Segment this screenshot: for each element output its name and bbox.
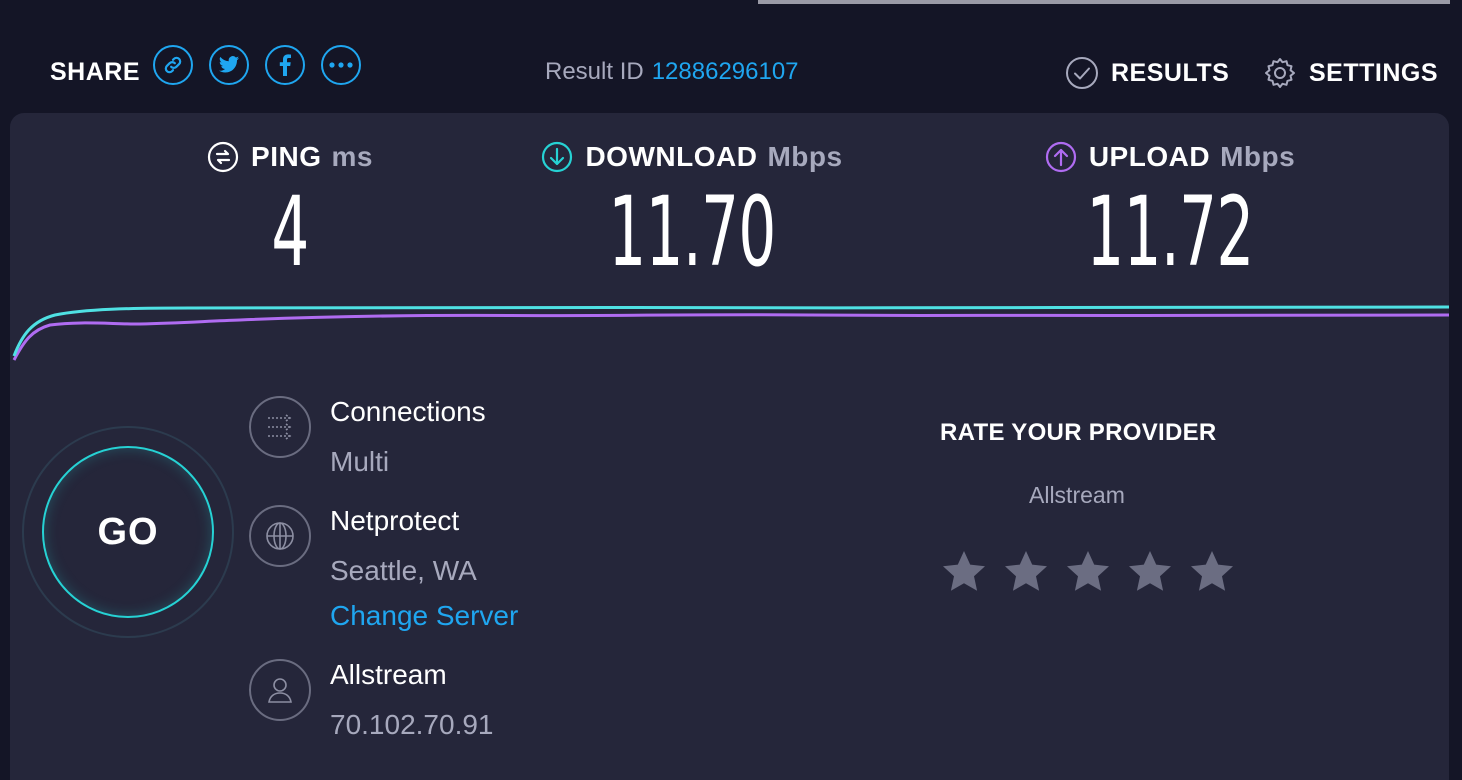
settings-link[interactable]: SETTINGS: [1263, 56, 1438, 90]
download-value: 11.70: [608, 176, 776, 288]
facebook-icon[interactable]: [265, 45, 305, 85]
upload-speed-line: [12, 313, 1449, 361]
gear-icon: [1265, 58, 1295, 88]
upload-arrow-icon: [1045, 141, 1076, 173]
ping-icon: [207, 141, 239, 173]
download-unit: Mbps: [767, 141, 843, 172]
star-icon[interactable]: [1002, 548, 1050, 596]
download-arrow-icon: [542, 141, 573, 173]
star-icon[interactable]: [1188, 548, 1236, 596]
upload-value: 11.72: [1086, 176, 1254, 288]
settings-label: SETTINGS: [1309, 58, 1439, 87]
rate-provider-title: RATE YOUR PROVIDER: [940, 419, 1217, 446]
ping-unit: ms: [331, 141, 373, 172]
upload-unit: Mbps: [1220, 141, 1296, 172]
ping-header: PING ms: [180, 141, 400, 173]
connections-icon: [249, 396, 311, 458]
change-server-link[interactable]: Change Server: [330, 600, 518, 632]
checkmark-circle-icon: [1066, 57, 1098, 89]
result-id: Result ID 12886296107: [545, 58, 799, 86]
ping-metric: PING ms 4: [180, 141, 400, 287]
share-label: SHARE: [50, 58, 141, 86]
provider-name: Allstream: [330, 659, 447, 690]
star-rating: [940, 548, 1250, 596]
globe-icon: [249, 505, 311, 567]
rate-provider-name: Allstream: [1029, 482, 1125, 508]
server-location: Seattle, WA: [330, 555, 477, 586]
star-icon[interactable]: [1064, 548, 1112, 596]
twitter-icon[interactable]: [209, 45, 249, 85]
speed-graph: [12, 305, 1449, 361]
upload-label: UPLOAD: [1088, 141, 1211, 172]
user-icon: [249, 659, 311, 721]
download-metric: DOWNLOAD Mbps 11.70: [522, 141, 862, 287]
download-label: DOWNLOAD: [585, 141, 758, 172]
connections-title: Connections: [330, 396, 486, 427]
star-icon[interactable]: [1126, 548, 1174, 596]
results-link[interactable]: RESULTS: [1065, 56, 1229, 90]
more-icon[interactable]: [321, 45, 361, 85]
ping-value: 4: [271, 176, 309, 288]
upload-metric: UPLOAD Mbps 11.72: [1020, 141, 1320, 287]
result-id-value[interactable]: 12886296107: [652, 58, 799, 85]
results-label: RESULTS: [1111, 58, 1230, 87]
star-icon[interactable]: [940, 548, 988, 596]
download-header: DOWNLOAD Mbps: [522, 141, 862, 173]
go-button[interactable]: GO: [42, 446, 214, 618]
header: SHARE Result ID 12886296107 RESULTS SETT…: [0, 0, 1462, 112]
results-panel: PING ms 4 DOWNLOAD Mbps 11.70 UPLOAD Mbp…: [10, 113, 1449, 780]
ping-label: PING: [251, 141, 322, 172]
server-name: Netprotect: [330, 505, 460, 536]
link-icon[interactable]: [153, 45, 193, 85]
provider-ip: 70.102.70.91: [330, 709, 494, 740]
result-id-label: Result ID: [545, 58, 644, 85]
upload-header: UPLOAD Mbps: [1020, 141, 1320, 173]
connections-value: Multi: [330, 446, 390, 477]
